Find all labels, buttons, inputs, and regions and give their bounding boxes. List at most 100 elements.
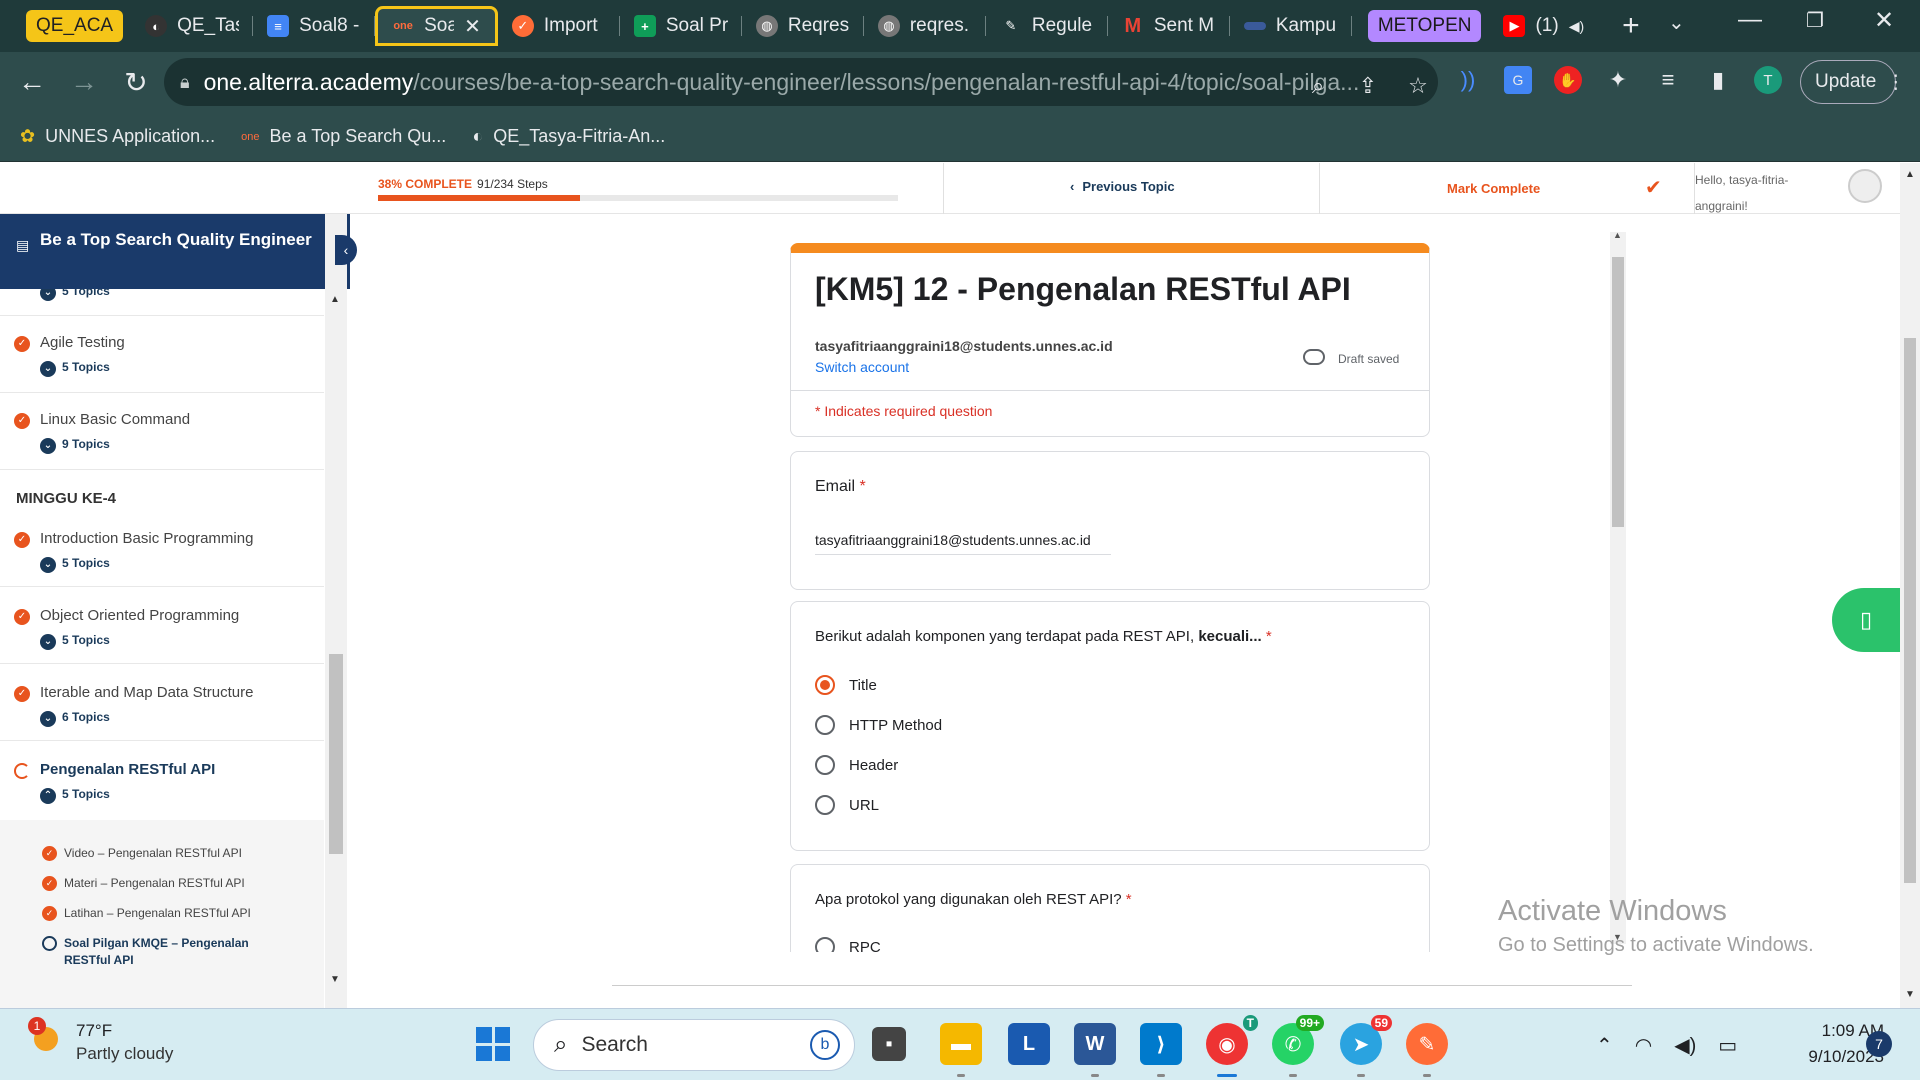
lesson-item-partial[interactable]: ⌄ 5 Topics	[0, 284, 324, 316]
tab-sent-mail[interactable]: M Sent M	[1108, 6, 1230, 46]
chevron-up-icon[interactable]: ⌃	[1596, 1033, 1613, 1058]
update-button[interactable]: Update ⋮	[1800, 60, 1905, 104]
lesson-item-intro-programming[interactable]: ✓ Introduction Basic Programming ⌄ 5 Topi…	[0, 510, 324, 587]
tab-reqres-2[interactable]: ◍ reqres.	[864, 6, 986, 46]
previous-topic-button[interactable]: ‹ Previous Topic	[1070, 179, 1175, 194]
adblock-icon[interactable]: ✋	[1554, 66, 1582, 94]
radio-icon[interactable]	[815, 715, 835, 735]
radio-icon[interactable]	[815, 795, 835, 815]
reading-list-icon[interactable]: ≡	[1654, 66, 1682, 94]
back-button[interactable]: ←	[12, 62, 52, 102]
lesson-item-oop[interactable]: ✓ Object Oriented Programming ⌄ 5 Topics	[0, 587, 324, 664]
tab-kampus[interactable]: Kampu	[1230, 6, 1352, 46]
lesson-topics-count[interactable]: ⌄ 9 Topics	[40, 437, 110, 454]
tab-soal-pr[interactable]: + Soal Pr	[620, 6, 742, 46]
subtopic-item[interactable]: Materi – Pengenalan RESTful API	[64, 875, 245, 892]
lesson-item-agile-testing[interactable]: ✓ Agile Testing ⌄ 5 Topics	[0, 316, 324, 393]
notification-badge[interactable]: 7	[1866, 1031, 1892, 1057]
zoom-icon[interactable]: ⌕	[1304, 72, 1332, 100]
whatsapp-icon[interactable]: ✆ 99+	[1272, 1015, 1324, 1077]
telegram-icon[interactable]: ➤ 59	[1340, 1015, 1392, 1077]
address-bar[interactable]: 🔒︎ one.alterra.academy/courses/be-a-top-…	[164, 58, 1438, 106]
page-scrollbar[interactable]: ▲ ▼	[1900, 163, 1920, 1008]
switch-account-link[interactable]: Switch account	[815, 359, 909, 375]
form-scroll-thumb[interactable]	[1612, 257, 1624, 527]
radio-option-url[interactable]: URL	[815, 795, 879, 815]
profile-avatar[interactable]: T	[1754, 66, 1782, 94]
share-icon[interactable]: ⇪	[1354, 72, 1382, 100]
sidebar-scrollbar[interactable]: ▲ ▼	[325, 214, 347, 1009]
restore-button[interactable]: ❐	[1806, 8, 1824, 33]
lesson-item-iterable[interactable]: ✓ Iterable and Map Data Structure ⌄ 6 Top…	[0, 664, 324, 741]
form-scrollbar[interactable]: ▲ ▼	[1610, 230, 1626, 944]
bing-icon[interactable]: b	[810, 1030, 840, 1060]
subtopic-item-current[interactable]: Soal Pilgan KMQE – Pengenalan RESTful AP…	[64, 935, 284, 969]
subtopic-item[interactable]: Latihan – Pengenalan RESTful API	[64, 905, 251, 922]
tab-group-qe-aca[interactable]: QE_ACA	[26, 10, 124, 42]
radio-selected-icon[interactable]	[815, 675, 835, 695]
close-window-button[interactable]: ✕	[1874, 6, 1894, 35]
start-button[interactable]	[476, 1027, 510, 1061]
checkmark-icon[interactable]: ✔	[1645, 175, 1662, 200]
radio-option-rpc[interactable]: RPC	[815, 937, 881, 952]
floating-action-button[interactable]: ▯	[1832, 588, 1900, 652]
extensions-puzzle-icon[interactable]: ✦	[1604, 66, 1632, 94]
radio-icon[interactable]	[815, 937, 835, 952]
read-aloud-icon[interactable]: ))	[1454, 66, 1482, 94]
vscode-icon[interactable]: ⟩	[1140, 1023, 1182, 1077]
wifi-icon[interactable]: ◠	[1635, 1033, 1652, 1058]
avatar[interactable]	[1848, 169, 1882, 203]
tab-reqres[interactable]: ◍ Reqres	[742, 6, 864, 46]
radio-option-title[interactable]: Title	[815, 675, 877, 695]
reload-button[interactable]: ↻	[116, 62, 156, 102]
tab-import[interactable]: ✓ Import	[498, 6, 620, 46]
task-view-icon[interactable]: ▪	[872, 1027, 906, 1061]
scroll-down-icon[interactable]: ▼	[1905, 989, 1915, 1000]
new-tab-button[interactable]: +	[1622, 9, 1640, 43]
tab-soal8[interactable]: ≡ Soal8 -	[253, 6, 376, 46]
chrome-icon[interactable]: ◉ T	[1206, 1015, 1258, 1077]
scroll-down-icon[interactable]: ▼	[330, 974, 340, 985]
app-l-icon[interactable]: L	[1008, 1023, 1050, 1065]
lesson-item-linux[interactable]: ✓ Linux Basic Command ⌄ 9 Topics	[0, 393, 324, 470]
forward-button[interactable]: →	[64, 62, 104, 102]
course-title-header[interactable]: ▤ Be a Top Search Quality Engineer	[0, 214, 350, 289]
close-icon[interactable]: ✕	[464, 14, 481, 39]
tab-group-metopen[interactable]: METOPEN	[1367, 10, 1482, 42]
scroll-up-icon[interactable]: ▲	[330, 294, 340, 305]
volume-icon[interactable]: ◀)	[1674, 1033, 1696, 1058]
word-icon[interactable]: W	[1074, 1023, 1116, 1077]
tab-regule[interactable]: ✎ Regule	[986, 6, 1108, 46]
lesson-item-restful-current[interactable]: Pengenalan RESTful API ⌃ 5 Topics	[0, 741, 324, 821]
lesson-topics-count[interactable]: ⌄ 5 Topics	[40, 633, 110, 650]
lesson-topics-count[interactable]: ⌃ 5 Topics	[40, 787, 110, 804]
tab-soa-active[interactable]: one Soa ✕	[375, 6, 498, 46]
scroll-up-icon[interactable]: ▲	[1905, 169, 1915, 180]
lesson-topics-count[interactable]: ⌄ 6 Topics	[40, 710, 110, 727]
postman-icon[interactable]: ✎	[1406, 1023, 1448, 1077]
tab-youtube[interactable]: ▶ (1) ◀)	[1489, 6, 1598, 46]
radio-icon[interactable]	[815, 755, 835, 775]
mark-complete-button[interactable]: Mark Complete	[1447, 181, 1540, 196]
sidebar-scroll-thumb[interactable]	[329, 654, 343, 854]
page-scroll-thumb[interactable]	[1904, 338, 1916, 883]
tab-qe-tas[interactable]: ◐ QE_Tas	[131, 6, 254, 46]
url-text[interactable]: one.alterra.academy/courses/be-a-top-sea…	[204, 69, 1360, 96]
side-panel-icon[interactable]: ▮	[1704, 66, 1732, 94]
battery-icon[interactable]: ▭	[1718, 1033, 1737, 1058]
weather-widget[interactable]: 1 77°F Partly cloudy	[28, 1017, 173, 1064]
email-field[interactable]: tasyafitriaanggraini18@students.unnes.ac…	[815, 532, 1111, 555]
radio-option-header[interactable]: Header	[815, 755, 898, 775]
bookmark-github[interactable]: ◐ QE_Tasya-Fitria-An...	[472, 126, 665, 147]
lesson-topics-count[interactable]: ⌄ 5 Topics	[40, 360, 110, 377]
tab-search-icon[interactable]: ⌄	[1668, 10, 1685, 35]
bookmark-alterra[interactable]: one Be a Top Search Qu...	[241, 126, 446, 147]
minimize-button[interactable]: —	[1738, 6, 1762, 34]
translate-icon[interactable]: G	[1504, 66, 1532, 94]
radio-option-http-method[interactable]: HTTP Method	[815, 715, 942, 735]
subtopic-item[interactable]: Video – Pengenalan RESTful API	[64, 845, 242, 862]
scroll-up-icon[interactable]: ▲	[1613, 230, 1622, 240]
taskbar-search[interactable]: ⌕ Search b	[533, 1019, 855, 1071]
bookmark-star-icon[interactable]: ☆	[1404, 72, 1432, 100]
bookmark-unnes[interactable]: ✿ UNNES Application...	[20, 126, 215, 147]
